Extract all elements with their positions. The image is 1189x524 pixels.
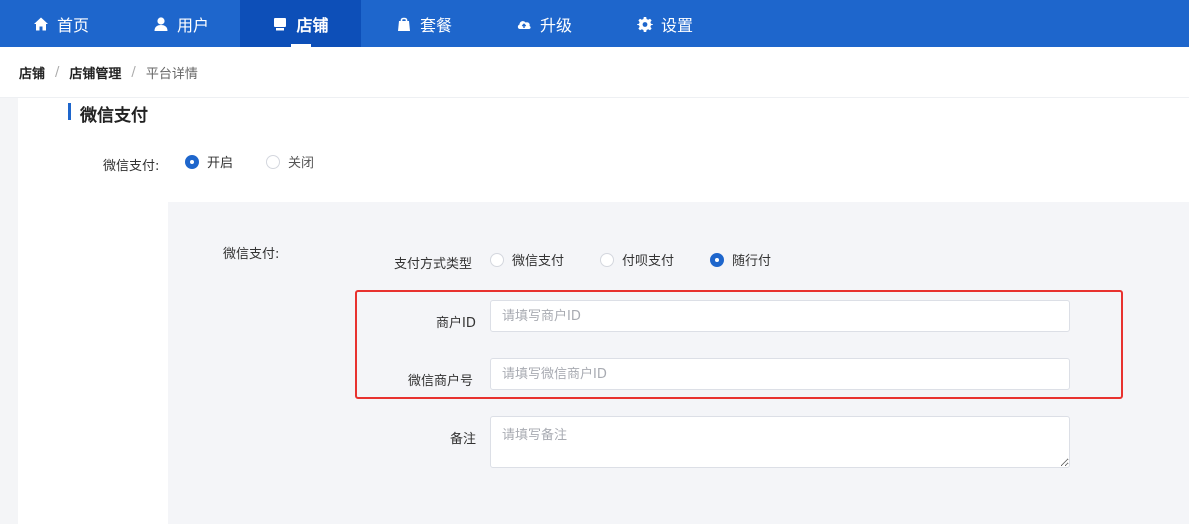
home-icon — [34, 17, 48, 30]
nav-item-label: 首页 — [57, 15, 90, 35]
nav-item-upgrade[interactable]: 升级 — [516, 0, 572, 47]
radio-pay-suixingfu[interactable]: 随行付 — [710, 250, 771, 269]
breadcrumb-separator: / — [131, 64, 136, 80]
merchant-id-input[interactable] — [490, 300, 1070, 332]
radio-label: 微信支付 — [512, 254, 565, 269]
bag-icon — [398, 17, 410, 31]
pay-type-label: 支付方式类型 — [394, 257, 473, 272]
nav-item-package[interactable]: 套餐 — [396, 0, 452, 47]
user-icon — [154, 16, 168, 31]
breadcrumb-separator: / — [55, 64, 60, 80]
radio-label: 关闭 — [288, 156, 315, 171]
radio-label: 随行付 — [732, 254, 772, 269]
radio-label: 开启 — [207, 156, 234, 171]
remark-label: 备注 — [450, 432, 477, 447]
nav-item-label: 用户 — [177, 15, 210, 35]
section-accent-bar — [68, 103, 71, 120]
radio-disable[interactable]: 关闭 — [266, 152, 314, 171]
gear-icon — [637, 16, 653, 32]
store-icon — [274, 17, 287, 30]
nav-item-home[interactable]: 首页 — [33, 0, 89, 47]
remark-textarea[interactable] — [490, 416, 1070, 468]
cloud-upload-icon — [517, 20, 531, 29]
nav-item-label: 店铺 — [296, 15, 329, 35]
nav-item-settings[interactable]: 设置 — [637, 0, 693, 47]
radio-enable[interactable]: 开启 — [185, 152, 233, 171]
merchant-id-label: 商户ID — [436, 316, 476, 331]
radio-unchecked-icon — [266, 154, 280, 169]
nav-item-label: 升级 — [540, 15, 573, 35]
radio-unchecked-icon — [490, 252, 504, 267]
radio-checked-icon — [710, 252, 724, 267]
wechat-merchant-no-input[interactable] — [490, 358, 1070, 390]
wechat-merchant-no-label: 微信商户号 — [408, 374, 474, 389]
breadcrumb-item-current: 平台详情 — [145, 66, 198, 82]
breadcrumb-item-store[interactable]: 店铺 — [19, 63, 45, 82]
nav-item-store[interactable]: 店铺 — [240, 0, 361, 47]
radio-unchecked-icon — [600, 252, 614, 267]
nav-item-label: 设置 — [661, 15, 694, 35]
nav-item-user[interactable]: 用户 — [153, 0, 209, 47]
radio-pay-wechat[interactable]: 微信支付 — [490, 250, 564, 269]
breadcrumb-item-store-manage[interactable]: 店铺管理 — [69, 63, 121, 82]
wechat-pay-toggle-label: 微信支付: — [103, 159, 160, 174]
top-nav: 首页 用户 店铺 套餐 升级 设置 — [0, 0, 1189, 47]
radio-label: 付呗支付 — [622, 254, 675, 269]
left-gutter — [0, 98, 18, 524]
radio-checked-icon — [185, 154, 199, 169]
panel-label: 微信支付: — [223, 247, 280, 262]
nav-item-label: 套餐 — [420, 15, 453, 35]
breadcrumb: 店铺 / 店铺管理 / 平台详情 — [0, 47, 1189, 98]
section-title: 微信支付 — [80, 106, 148, 126]
radio-pay-fubei[interactable]: 付呗支付 — [600, 250, 674, 269]
